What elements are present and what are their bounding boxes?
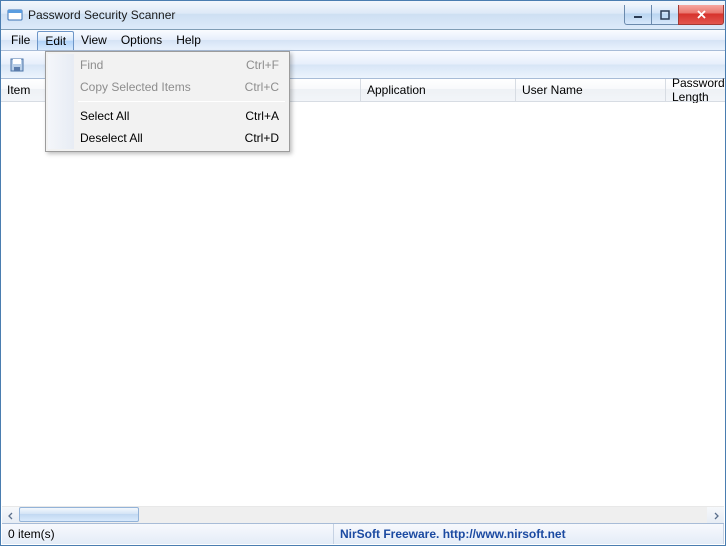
menu-help[interactable]: Help <box>169 30 208 50</box>
menu-view[interactable]: View <box>74 30 114 50</box>
app-icon <box>7 7 23 23</box>
scroll-thumb[interactable] <box>19 507 139 522</box>
list-view[interactable] <box>2 103 724 506</box>
menu-file[interactable]: File <box>4 30 37 50</box>
scroll-right-arrow[interactable] <box>707 507 724 524</box>
menu-item-deselect-all[interactable]: Deselect All Ctrl+D <box>48 127 287 149</box>
menu-separator <box>78 101 285 102</box>
menu-options[interactable]: Options <box>114 30 169 50</box>
window-title: Password Security Scanner <box>28 8 625 22</box>
menu-item-label: Select All <box>80 109 129 123</box>
menu-item-label: Copy Selected Items <box>80 80 191 94</box>
menu-item-shortcut: Ctrl+D <box>245 131 279 145</box>
menu-item-shortcut: Ctrl+A <box>245 109 279 123</box>
status-item-count: 0 item(s) <box>2 524 334 544</box>
statusbar: 0 item(s) NirSoft Freeware. http://www.n… <box>2 523 724 544</box>
edit-dropdown: Find Ctrl+F Copy Selected Items Ctrl+C S… <box>45 51 290 152</box>
scroll-track[interactable] <box>19 507 707 523</box>
column-password-length[interactable]: Password Length <box>666 79 725 101</box>
scroll-left-arrow[interactable] <box>2 507 19 524</box>
menu-item-select-all[interactable]: Select All Ctrl+A <box>48 105 287 127</box>
menu-item-shortcut: Ctrl+F <box>246 58 279 72</box>
menu-item-label: Deselect All <box>80 131 143 145</box>
horizontal-scrollbar[interactable] <box>2 506 724 523</box>
minimize-button[interactable] <box>624 5 652 25</box>
column-user-name[interactable]: User Name <box>516 79 666 101</box>
menu-item-find[interactable]: Find Ctrl+F <box>48 54 287 76</box>
status-credit: NirSoft Freeware. http://www.nirsoft.net <box>334 524 724 544</box>
application-window: Password Security Scanner File Edit View… <box>0 0 726 546</box>
menu-item-shortcut: Ctrl+C <box>245 80 279 94</box>
maximize-button[interactable] <box>651 5 679 25</box>
save-button[interactable] <box>5 54 29 76</box>
menu-item-label: Find <box>80 58 103 72</box>
menubar: File Edit View Options Help <box>1 30 725 51</box>
menu-edit[interactable]: Edit <box>37 31 74 50</box>
close-button[interactable] <box>678 5 724 25</box>
titlebar[interactable]: Password Security Scanner <box>1 1 725 30</box>
column-application[interactable]: Application <box>361 79 516 101</box>
menu-item-copy[interactable]: Copy Selected Items Ctrl+C <box>48 76 287 98</box>
window-controls <box>625 5 724 25</box>
